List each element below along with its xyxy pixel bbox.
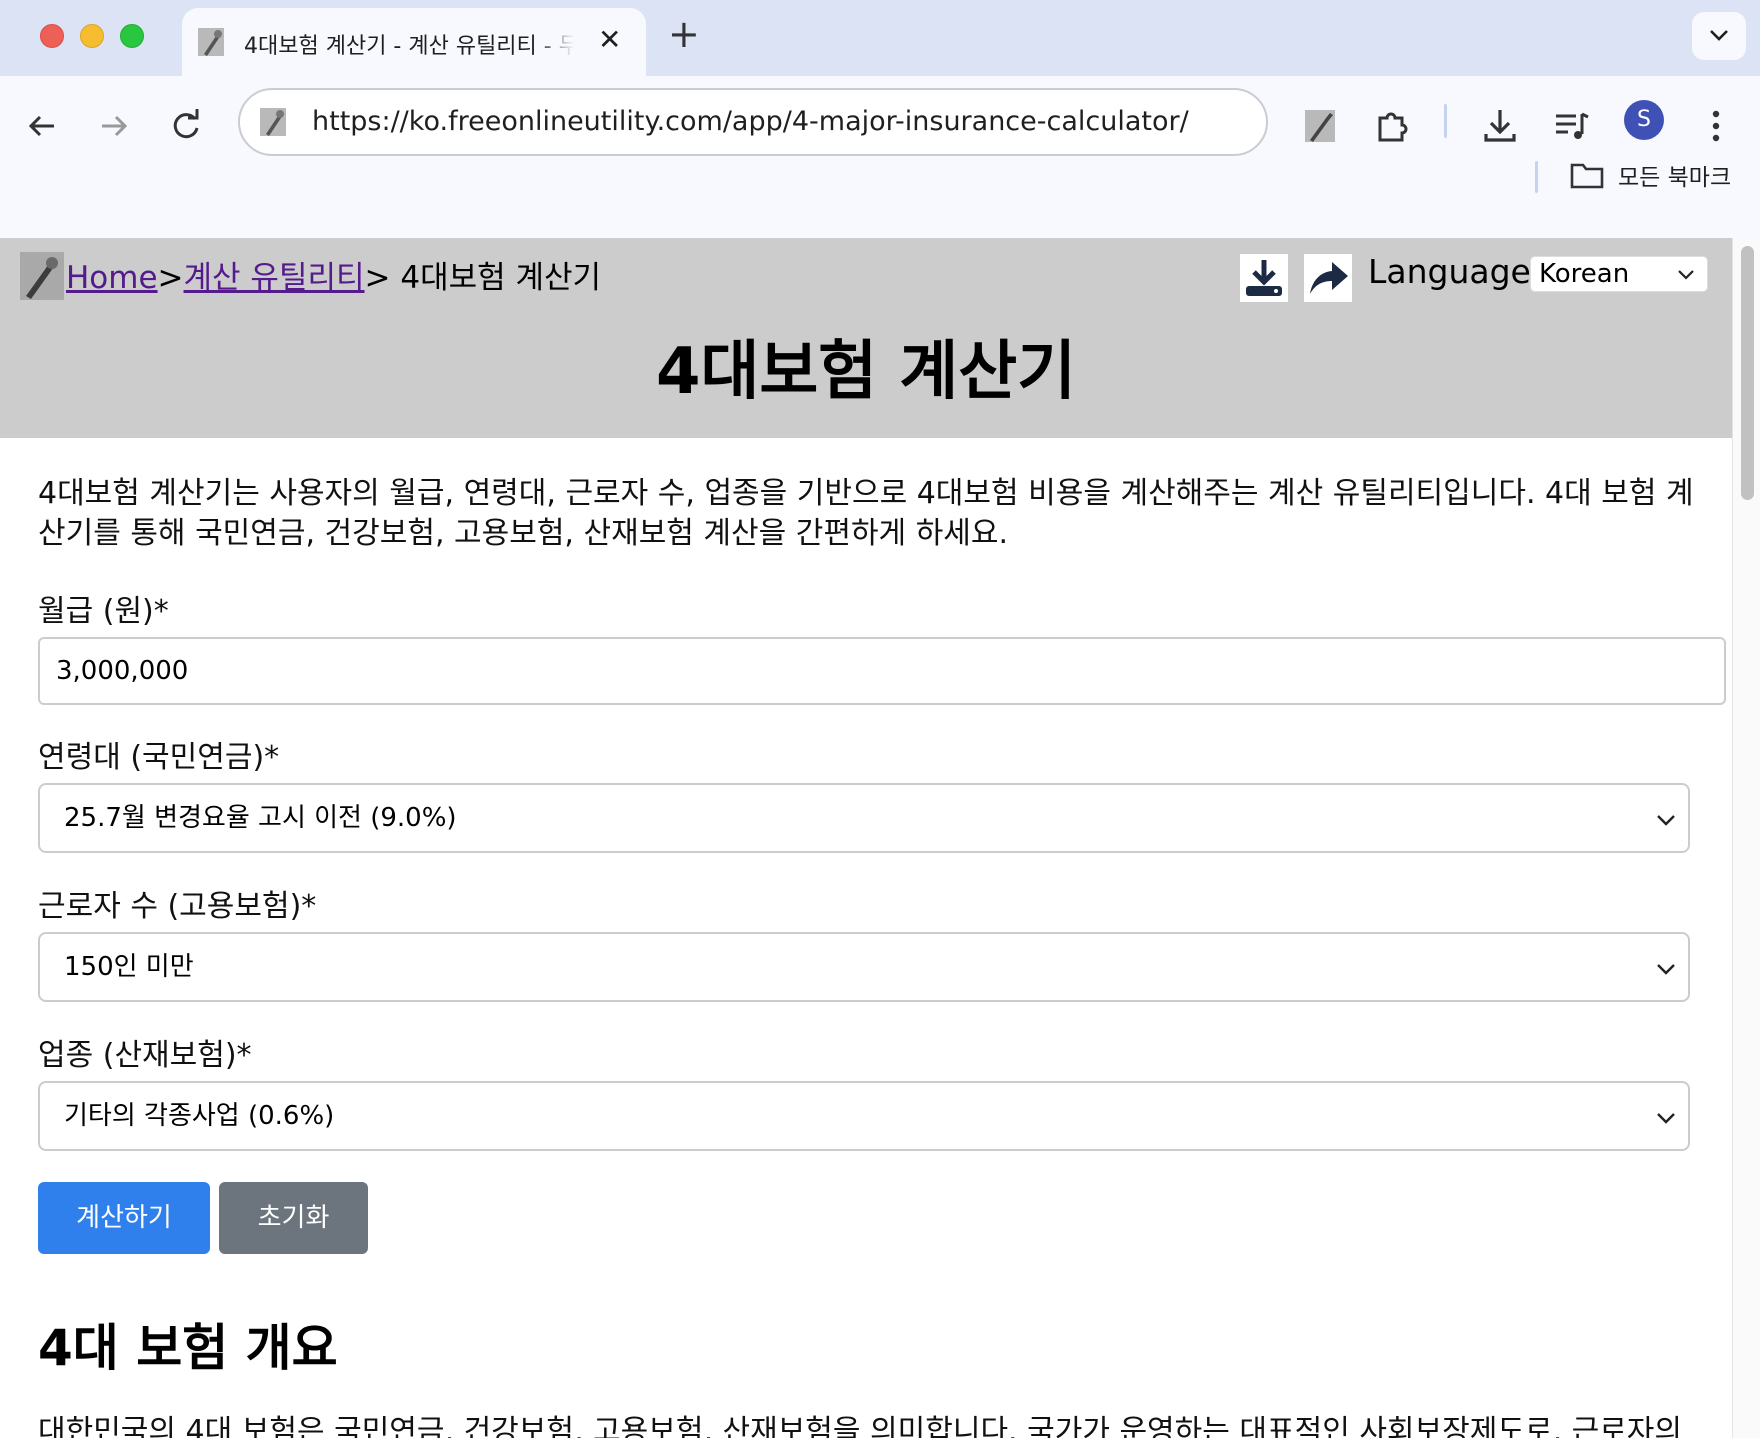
workers-select-value: 150인 미만	[64, 952, 194, 982]
bookmarks-label: 모든 북마크	[1618, 165, 1732, 191]
breadcrumb-separator: >	[157, 260, 184, 296]
address-bar[interactable]: https://ko.freeonlineutility.com/app/4-m…	[238, 88, 1268, 156]
industry-select[interactable]: 기타의 각종사업 (0.6%)	[38, 1081, 1690, 1151]
page-header: Home>계산 유틸리티> 4대보험 계산기 Language: Korean …	[0, 238, 1732, 438]
tab-search-button[interactable]	[1692, 12, 1746, 60]
reload-icon[interactable]	[166, 106, 206, 146]
overview-text: 대한민국의 4대 보험은 국민연금, 건강보험, 고용보험, 산재보험을 의미합…	[38, 1414, 1682, 1438]
browser-toolbar: https://ko.freeonlineutility.com/app/4-m…	[0, 76, 1760, 238]
language-select-value: Korean	[1539, 259, 1630, 289]
page-title: 4대보험 계산기	[655, 335, 1077, 409]
close-window-button[interactable]	[40, 24, 64, 48]
extension-wrench-icon[interactable]	[1298, 104, 1342, 148]
intro-text: 4대보험 계산기는 사용자의 월급, 연령대, 근로자 수, 업종을 기반으로 …	[38, 476, 1694, 551]
age-label: 연령대 (국민연금)*	[38, 740, 280, 775]
workers-select[interactable]: 150인 미만	[38, 932, 1690, 1002]
url-text[interactable]: https://ko.freeonlineutility.com/app/4-m…	[312, 106, 1189, 137]
more-vert-icon[interactable]	[1694, 104, 1738, 148]
back-icon[interactable]	[22, 106, 62, 146]
all-bookmarks-button[interactable]: 모든 북마크	[1570, 155, 1731, 195]
browser-tab-bar: 4대보험 계산기 - 계산 유틸리티 - 무료 온라인 유틸리티 ✕ +	[0, 0, 1760, 76]
language-label: Language:	[1368, 252, 1542, 291]
salary-label: 월급 (원)*	[38, 594, 169, 629]
bookmark-separator	[1535, 161, 1538, 193]
maximize-window-button[interactable]	[120, 24, 144, 48]
chevron-down-icon	[1678, 270, 1694, 280]
new-tab-icon[interactable]: +	[668, 14, 700, 54]
chevron-down-icon	[1657, 815, 1675, 826]
age-select-value: 25.7월 변경요율 고시 이전 (9.0%)	[64, 803, 457, 833]
breadcrumb-current: > 4대보험 계산기	[364, 260, 602, 296]
breadcrumb-home-link[interactable]: Home	[66, 260, 158, 296]
calculate-button[interactable]: 계산하기	[38, 1182, 210, 1254]
industry-select-value: 기타의 각종사업 (0.6%)	[64, 1101, 335, 1131]
workers-label: 근로자 수 (고용보험)*	[38, 889, 317, 924]
site-favicon-icon	[260, 108, 286, 136]
minimize-window-button[interactable]	[80, 24, 104, 48]
language-select[interactable]: Korean	[1530, 256, 1708, 292]
salary-input[interactable]: 3,000,000	[38, 637, 1726, 705]
chevron-down-icon	[1710, 30, 1728, 41]
overview-heading: 4대 보험 개요	[38, 1319, 338, 1377]
folder-icon	[1570, 163, 1604, 189]
tab-close-icon[interactable]: ✕	[598, 24, 621, 56]
site-logo-icon[interactable]	[20, 252, 64, 300]
industry-label: 업종 (산재보험)*	[38, 1038, 252, 1073]
age-select[interactable]: 25.7월 변경요율 고시 이전 (9.0%)	[38, 783, 1690, 853]
tab-title: 4대보험 계산기 - 계산 유틸리티 - 무료 온라인 유틸리티	[244, 34, 574, 59]
share-icon[interactable]	[1304, 254, 1352, 302]
forward-icon[interactable]	[94, 106, 134, 146]
page-scrollbar[interactable]	[1732, 238, 1760, 1438]
download-icon[interactable]	[1478, 104, 1522, 148]
breadcrumb-category-link[interactable]: 계산 유틸리티	[184, 260, 365, 296]
scrollbar-thumb[interactable]	[1741, 246, 1754, 500]
chevron-down-icon	[1657, 964, 1675, 975]
chevron-down-icon	[1657, 1113, 1675, 1124]
active-tab[interactable]: 4대보험 계산기 - 계산 유틸리티 - 무료 온라인 유틸리티 ✕	[182, 8, 646, 76]
breadcrumb: Home>계산 유틸리티> 4대보험 계산기	[66, 252, 601, 297]
profile-avatar[interactable]: S	[1624, 100, 1664, 140]
page-viewport: Home>계산 유틸리티> 4대보험 계산기 Language: Korean …	[0, 238, 1760, 1438]
reset-button[interactable]: 초기화	[219, 1182, 368, 1254]
extensions-puzzle-icon[interactable]	[1370, 104, 1414, 148]
wrench-favicon-icon	[198, 28, 224, 56]
media-queue-icon[interactable]	[1550, 104, 1594, 148]
download-tool-icon[interactable]	[1240, 254, 1288, 302]
toolbar-separator	[1444, 104, 1447, 138]
